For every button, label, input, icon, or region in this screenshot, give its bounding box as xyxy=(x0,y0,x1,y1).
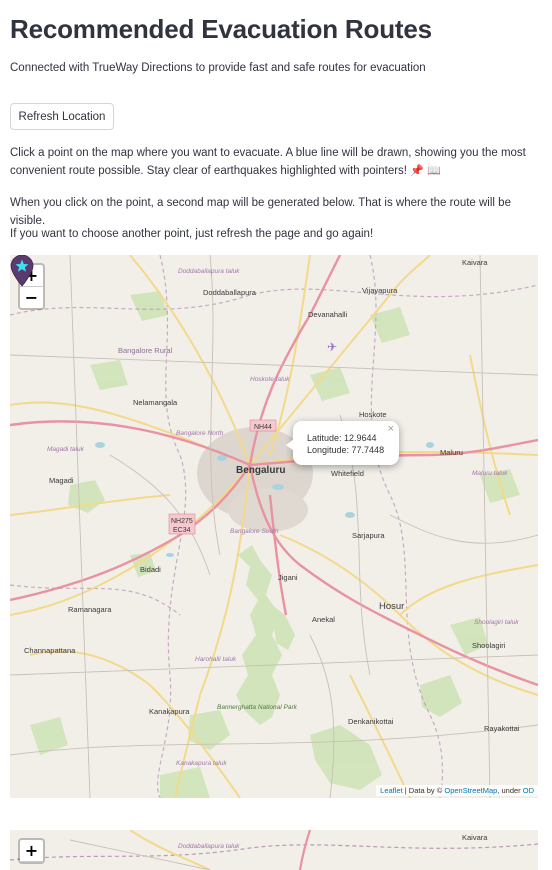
book-icon: 📖 xyxy=(427,165,441,177)
route-map-tiles: Kaivara Doddaballapura taluk xyxy=(10,830,538,870)
pushpin-icon: 📌 xyxy=(410,165,424,177)
place-bangalore-rural: Bangalore Rural xyxy=(118,346,173,355)
license-link[interactable]: OD xyxy=(523,786,534,795)
place-kaivara: Kaivara xyxy=(462,258,488,267)
place-jigani: Jigani xyxy=(278,573,298,582)
place-harohalli-taluk: Harohalli taluk xyxy=(195,656,237,663)
map-tiles: ✈ Kaivara Doddaballapura taluk Doddaball… xyxy=(10,255,538,798)
instruction-paragraph-1: Click a point on the map where you want … xyxy=(10,144,542,180)
place-bidadi: Bidadi xyxy=(140,565,161,574)
place-anekal: Anekal xyxy=(312,615,335,624)
evacuation-map[interactable]: ✈ Kaivara Doddaballapura taluk Doddaball… xyxy=(10,255,538,798)
leaflet-link[interactable]: Leaflet xyxy=(380,786,403,795)
instruction-text-1: Click a point on the map where you want … xyxy=(10,147,526,177)
place-bengaluru: Bengaluru xyxy=(236,465,285,476)
place-maluru-taluk: Maluru taluk xyxy=(472,470,508,477)
attribution-under: , under xyxy=(497,786,523,795)
popup-latitude: Latitude: 12.9644 xyxy=(307,433,377,443)
refresh-location-button[interactable]: Refresh Location xyxy=(10,103,114,130)
route-zoom-control: + xyxy=(18,838,45,864)
place-vijayapura: Vijayapura xyxy=(362,286,398,295)
place-maluru: Maluru xyxy=(440,448,463,457)
place-devanahalli: Devanahalli xyxy=(308,310,348,319)
place-magadi: Magadi xyxy=(49,476,74,485)
zoom-out-button[interactable]: − xyxy=(20,287,43,308)
place-sarjapura: Sarjapura xyxy=(352,531,385,540)
place-whitefield: Whitefield xyxy=(331,469,364,478)
place-ramanagara: Ramanagara xyxy=(68,605,112,614)
star-marker-icon[interactable] xyxy=(10,255,34,287)
place-bangalore-south: Bangalore South xyxy=(230,528,279,535)
place-bannerghatta: Bannerghatta National Park xyxy=(217,704,298,711)
place-denkanikottai: Denkanikottai xyxy=(348,717,394,726)
place-hoskote-taluk: Hoskote taluk xyxy=(250,376,290,383)
coordinate-popup: × Latitude: 12.9644 Longitude: 77.7448 xyxy=(286,421,399,465)
place-shoolagiri: Shoolagiri xyxy=(472,641,506,650)
route-zoom-in-button[interactable]: + xyxy=(20,840,43,862)
place-ec34: EC34 xyxy=(173,527,191,534)
place-rayakottai: Rayakottai xyxy=(484,724,520,733)
place-nh275: NH275 xyxy=(171,518,193,525)
place-kanakapura: Kanakapura xyxy=(149,707,190,716)
place-nelamangala: Nelamangala xyxy=(133,398,178,407)
place-doddaballapura-taluk-2: Doddaballapura taluk xyxy=(178,843,240,850)
place-doddaballapura-taluk: Doddaballapura taluk xyxy=(178,268,240,275)
place-channapattana: Channapattana xyxy=(24,646,76,655)
place-kaivara-2: Kaivara xyxy=(462,833,488,842)
place-hosur: Hosur xyxy=(379,601,404,612)
place-doddaballapura: Doddaballapura xyxy=(203,288,257,297)
attribution-data-by: | Data by © xyxy=(402,786,445,795)
instruction-paragraph-3: If you want to choose another point, jus… xyxy=(10,228,374,240)
place-bangalore-north: Bangalore North xyxy=(176,430,224,437)
page-subtitle: Connected with TrueWay Directions to pro… xyxy=(10,62,426,74)
place-hoskote: Hoskote xyxy=(359,410,387,419)
place-magadi-taluk: Magadi taluk xyxy=(47,446,85,453)
popup-longitude: Longitude: 77.7448 xyxy=(307,445,385,455)
map-attribution: Leaflet | Data by © OpenStreetMap, under… xyxy=(376,785,538,796)
popup-tip xyxy=(286,439,294,451)
place-kanakapura-taluk: Kanakapura taluk xyxy=(176,760,227,767)
popup-close-button[interactable]: × xyxy=(388,423,394,435)
osm-link[interactable]: OpenStreetMap xyxy=(444,786,497,795)
route-map[interactable]: Kaivara Doddaballapura taluk + xyxy=(10,830,538,870)
page-title: Recommended Evacuation Routes xyxy=(10,14,432,44)
airport-icon: ✈ xyxy=(327,340,337,354)
place-nh44: NH44 xyxy=(254,424,272,431)
place-shoolagiri-taluk: Shoolagiri taluk xyxy=(474,619,519,626)
